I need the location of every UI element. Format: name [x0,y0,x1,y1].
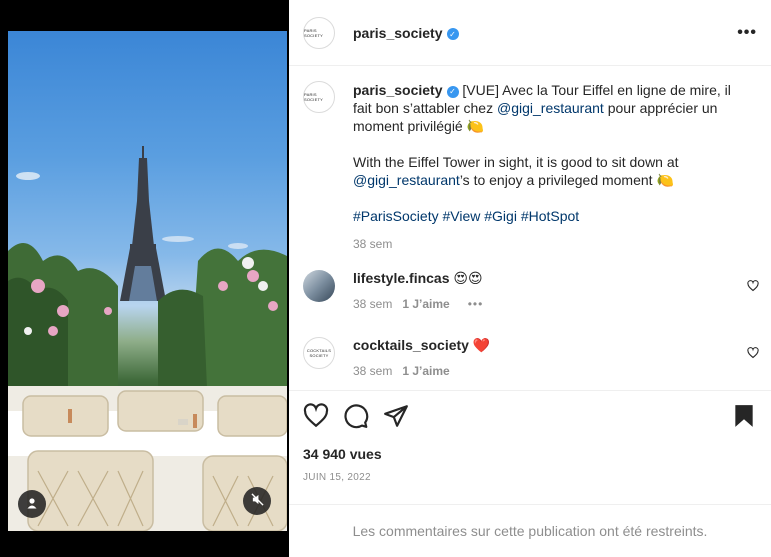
comment-meta: 38 sem 1 J’aime [353,364,490,378]
heart-icon[interactable] [303,403,329,432]
comment-like-heart-icon[interactable] [747,280,759,295]
tagged-user-button[interactable] [18,490,46,518]
more-options-button[interactable]: ••• [737,24,757,42]
commenter-avatar[interactable]: COCKTAILS SOCIETY [303,337,335,369]
view-count: 34 940 vues [303,446,382,462]
author-avatar[interactable]: PARIS SOCIETY [303,16,335,49]
comments-restricted-notice: Les commentaires sur cette publication o… [289,504,771,557]
mute-toggle-button[interactable] [243,487,271,515]
action-icon-row [303,403,757,431]
comment-more-button[interactable]: ••• [468,297,484,311]
caption-author-avatar[interactable]: PARIS SOCIETY [303,81,335,113]
video-frame[interactable] [8,31,287,531]
eiffel-scene-image [8,146,287,531]
speaker-muted-icon [250,493,264,509]
caption-avatar-logo-text: PARIS SOCIETY [304,92,323,102]
verified-badge-icon: ✓ [446,28,459,40]
comment-text: 😍😍 [449,270,483,286]
verified-badge-icon: ✓ [446,86,459,98]
post-caption: PARIS SOCIETY paris_society ✓ [VUE] Avec … [303,81,753,253]
post-actions: 34 940 vues JUIN 15, 2022 [289,390,771,504]
comment-item: lifestyle.fincas 😍😍 38 sem 1 J’aime ••• [303,270,763,311]
paper-plane-icon[interactable] [383,403,409,432]
author-avatar-logo-text: PARIS SOCIETY [304,27,323,38]
user-icon [26,497,38,512]
comments-section[interactable]: PARIS SOCIETY paris_society ✓ [VUE] Avec … [289,67,771,389]
post-details-pane: PARIS SOCIETY paris_society ✓ ••• PARIS S… [289,0,771,557]
caption-meta: 38 sem [353,235,753,253]
commenter-username[interactable]: cocktails_society [353,337,469,353]
caption-en-mention-link[interactable]: @gigi_restaurant [353,172,460,188]
caption-author-username[interactable]: paris_society [353,82,443,98]
author-username-text[interactable]: paris_society [353,25,443,41]
comment-like-heart-icon[interactable] [747,347,759,362]
comment-item: COCKTAILS SOCIETY cocktails_society ❤️ 3… [303,337,763,378]
commenter-username[interactable]: lifestyle.fincas [353,270,450,286]
comment-bubble-icon[interactable] [343,403,369,432]
comment-meta: 38 sem 1 J’aime ••• [353,297,483,311]
comment-likes[interactable]: 1 J’aime [402,364,449,378]
comment-timestamp[interactable]: 38 sem [353,297,392,311]
comment-text: ❤️ [468,337,491,353]
comment-timestamp[interactable]: 38 sem [353,364,392,378]
caption-mention-link[interactable]: @gigi_restaurant [497,100,604,116]
commenter-avatar[interactable] [303,270,335,302]
caption-en-text-1: With the Eiffel Tower in sight, it is go… [353,154,679,170]
caption-timestamp[interactable]: 38 sem [353,237,392,251]
author-username[interactable]: paris_society ✓ [353,25,459,41]
post-media[interactable] [0,0,289,557]
caption-hashtags[interactable]: #ParisSociety #View #Gigi #HotSpot [353,207,753,225]
caption-en-text-2: ’s to enjoy a privileged moment 🍋 [459,172,674,188]
comment-body: lifestyle.fincas 😍😍 38 sem 1 J’aime ••• [353,270,483,311]
post-date[interactable]: JUIN 15, 2022 [303,472,371,483]
caption-fr: paris_society ✓ [VUE] Avec la Tour Eiffel… [353,81,753,135]
caption-body: paris_society ✓ [VUE] Avec la Tour Eiffel… [353,81,753,253]
post-header: PARIS SOCIETY paris_society ✓ ••• [289,0,771,66]
caption-en: With the Eiffel Tower in sight, it is go… [353,153,753,189]
comment-likes[interactable]: 1 J’aime [402,297,449,311]
commenter-avatar-logo-text: COCKTAILS SOCIETY [306,348,332,358]
comment-body: cocktails_society ❤️ 38 sem 1 J’aime [353,337,490,378]
bookmark-icon[interactable] [731,403,757,432]
